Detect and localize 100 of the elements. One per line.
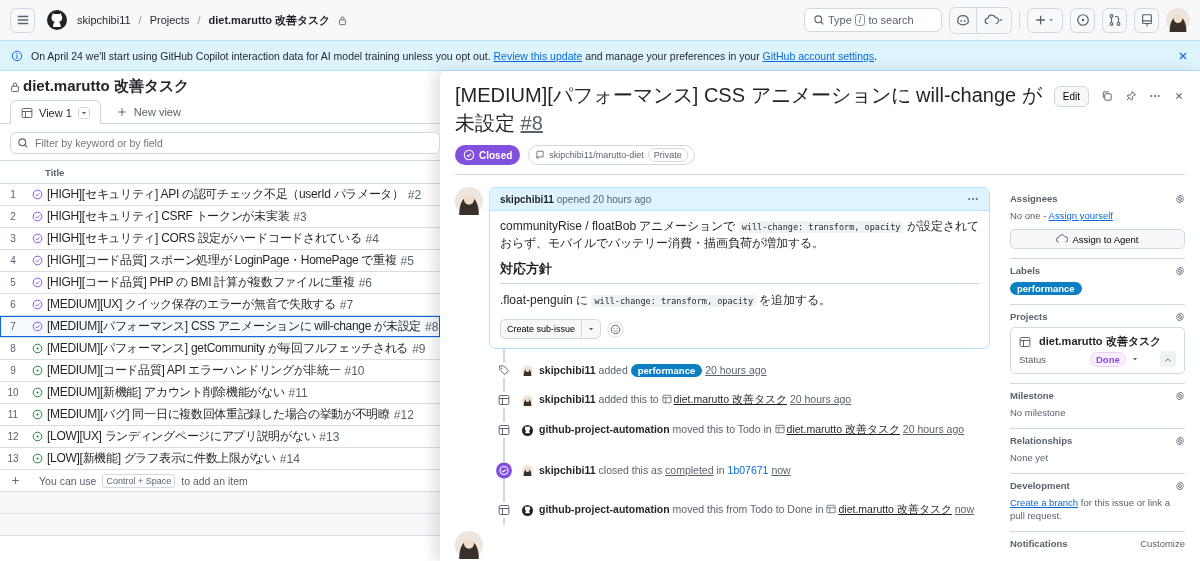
row-number: 8: [9, 343, 17, 354]
project-link[interactable]: diet.marutto 改善タスク: [673, 393, 787, 405]
status-pill[interactable]: Done: [1090, 351, 1126, 367]
issue-title[interactable]: [MEDIUM][新機能] アカウント削除機能がない: [47, 384, 285, 401]
project-link[interactable]: diet.marutto 改善タスク: [838, 503, 952, 515]
time-link[interactable]: now: [954, 503, 975, 515]
breadcrumb-link[interactable]: skipchibi11: [77, 14, 131, 26]
timeline-event: skipchibi11 added performance 20 hours ago: [539, 363, 767, 377]
row-number: 13: [6, 453, 20, 464]
issue-title[interactable]: [MEDIUM][パフォーマンス] getCommunity が毎回フルフェッチされる: [47, 340, 409, 357]
table-row[interactable]: 7 [MEDIUM][パフォーマンス] CSS アニメーションに will-change が未設定 #8: [0, 316, 440, 338]
pin-icon[interactable]: [1125, 90, 1137, 102]
row-number: 5: [9, 277, 17, 288]
lock-icon: [10, 80, 20, 93]
inbox-button[interactable]: [1134, 7, 1159, 33]
plus-icon: [115, 106, 128, 118]
issue-title[interactable]: [MEDIUM][コード品質] API エラーハンドリングが非統一: [47, 362, 341, 379]
table-row[interactable]: 12 [LOW][UX] ランディングページにアプリ説明がない #13: [0, 426, 440, 448]
project-name[interactable]: diet.marutto 改善タスク: [1039, 334, 1161, 349]
menu-button[interactable]: [10, 7, 35, 33]
row-number: 4: [9, 255, 17, 266]
section-heading: Relationships: [1010, 435, 1073, 446]
issue-number: #2: [407, 187, 422, 202]
project-link[interactable]: diet.marutto 改善タスク: [786, 423, 900, 435]
issue-title[interactable]: [LOW][UX] ランディングページにアプリ説明がない: [47, 428, 316, 445]
assign-yourself-link[interactable]: Assign yourself: [1048, 210, 1113, 221]
issue-title: [MEDIUM][パフォーマンス] CSS アニメーションに will-change が未設定 #8: [455, 83, 1043, 136]
caret-icon[interactable]: [77, 106, 90, 119]
notice-link[interactable]: Review this update: [493, 49, 583, 62]
settings-icon[interactable]: [1175, 311, 1185, 322]
lock-icon: [338, 14, 348, 26]
issue-title[interactable]: [HIGH][コード品質] スポーン処理が LoginPage・HomePage で重複: [47, 252, 397, 269]
view-tab[interactable]: New view: [104, 100, 192, 123]
github-logo-icon[interactable]: [47, 10, 67, 30]
table-row[interactable]: 10 [MEDIUM][新機能] アカウント削除機能がない #11: [0, 382, 440, 404]
row-number: 12: [6, 431, 20, 442]
settings-icon[interactable]: [1175, 193, 1185, 204]
close-icon[interactable]: [1173, 90, 1185, 102]
row-number: 11: [6, 409, 20, 420]
issue-title[interactable]: [HIGH][セキュリティ] CSRF トークンが未実装: [47, 208, 290, 225]
issue-number-link[interactable]: #8: [520, 112, 543, 134]
settings-icon[interactable]: [1175, 480, 1185, 491]
table-icon: [774, 424, 785, 434]
emoji-icon[interactable]: [607, 320, 625, 338]
customize-link[interactable]: Customize: [1140, 538, 1185, 549]
row-number: 2: [9, 211, 17, 222]
add-item-hint: to add an item: [181, 474, 248, 487]
pull-requests-button[interactable]: [1102, 7, 1127, 33]
time-link[interactable]: completed: [665, 464, 714, 476]
time-link[interactable]: 20 hours ago: [902, 423, 965, 435]
assign-to-agent-button[interactable]: Assign to Agent: [1010, 229, 1185, 249]
time-link[interactable]: 20 hours ago: [789, 393, 852, 405]
table-row[interactable]: 2 [HIGH][セキュリティ] CSRF トークンが未実装 #3: [0, 206, 440, 228]
issue-number: #8: [424, 319, 439, 334]
settings-icon[interactable]: [1175, 390, 1185, 401]
table-row[interactable]: 9 [MEDIUM][コード品質] API エラーハンドリングが非統一 #10: [0, 360, 440, 382]
table-row[interactable]: 13 [LOW][新機能] グラフ表示に件数上限がない #14: [0, 448, 440, 470]
repository-name[interactable]: skipchibi11/marutto-diet: [549, 150, 644, 160]
table-icon: [1019, 335, 1031, 348]
issue-title[interactable]: [HIGH][セキュリティ] CORS 設定がハードコードされている: [47, 230, 362, 247]
issue-title[interactable]: [LOW][新機能] グラフ表示に件数上限がない: [47, 450, 276, 467]
breadcrumb-link[interactable]: Projects: [149, 14, 190, 26]
issue-title[interactable]: [MEDIUM][パフォーマンス] CSS アニメーションに will-change が未設定: [47, 318, 421, 335]
issues-button[interactable]: [1070, 7, 1095, 33]
avatar: [522, 394, 533, 406]
commit-link[interactable]: 1b07671: [727, 464, 769, 476]
table-row[interactable]: 5 [HIGH][コード品質] PHP の BMI 計算が複数ファイルに重複 #6: [0, 272, 440, 294]
create-branch-link[interactable]: Create a branch: [1010, 497, 1079, 508]
label-badge[interactable]: performance: [1010, 282, 1082, 295]
issue-title[interactable]: [HIGH][セキュリティ] API の認可チェック不足（userId パラメータ）: [47, 186, 404, 203]
table-icon: [21, 106, 33, 119]
issue-title[interactable]: [MEDIUM][UX] クイック保存のエラーが無音で失敗する: [47, 296, 336, 313]
table-row[interactable]: 3 [HIGH][セキュリティ] CORS 設定がハードコードされている #4: [0, 228, 440, 250]
row-number: 10: [6, 387, 20, 398]
plus-icon: [1034, 13, 1056, 27]
table-row[interactable]: 4 [HIGH][コード品質] スポーン処理が LoginPage・HomePage で重複 #5: [0, 250, 440, 272]
settings-icon[interactable]: [1175, 265, 1185, 276]
timeline-event: github-project-automation moved this to Todo in diet.marutto 改善タスク 20 hours ago: [539, 423, 965, 437]
time-link[interactable]: 20 hours ago: [705, 363, 767, 376]
table-row[interactable]: 11 [MEDIUM][バグ] 同一日に複数回体重記録した場合の挙動が不明瞭 #12: [0, 404, 440, 426]
issue-title[interactable]: [MEDIUM][バグ] 同一日に複数回体重記録した場合の挙動が不明瞭: [47, 406, 390, 423]
filter-field[interactable]: Filter by keyword or by field: [10, 132, 440, 154]
avatar[interactable]: [1166, 8, 1190, 32]
create-new-button[interactable]: [1027, 7, 1063, 33]
relationships-value: None yet: [1010, 451, 1050, 464]
view-tab[interactable]: View 1: [10, 100, 101, 124]
plus-icon[interactable]: [10, 475, 21, 486]
time-link[interactable]: now: [771, 464, 791, 476]
closed-issue-icon: [496, 461, 512, 479]
table-icon: [498, 504, 510, 516]
table-row[interactable]: 1 [HIGH][セキュリティ] API の認可チェック不足（userId パラメータ） #2: [0, 184, 440, 206]
copy-icon[interactable]: [1101, 90, 1113, 102]
issue-title[interactable]: [HIGH][コード品質] PHP の BMI 計算が複数ファイルに重複: [47, 274, 355, 291]
label-badge[interactable]: performance: [630, 363, 703, 377]
breadcrumb-link[interactable]: diet.marutto 改善タスク: [208, 12, 331, 28]
edit-button[interactable]: Edit: [1053, 85, 1089, 107]
search-field[interactable]: Type / to search: [804, 8, 942, 32]
search-placeholder: Type: [828, 14, 852, 26]
settings-icon[interactable]: [1175, 435, 1185, 446]
table-row[interactable]: 8 [MEDIUM][パフォーマンス] getCommunity が毎回フルフェッチされる #9: [0, 338, 440, 360]
